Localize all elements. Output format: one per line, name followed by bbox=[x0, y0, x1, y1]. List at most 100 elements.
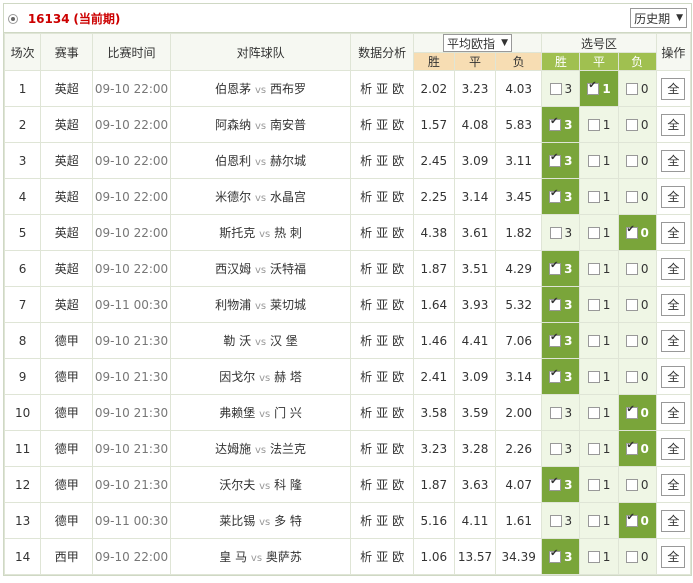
checkbox[interactable] bbox=[549, 296, 562, 311]
asia-link[interactable]: 亚 bbox=[376, 226, 388, 240]
analysis-link[interactable]: 析 bbox=[360, 370, 372, 384]
europe-link[interactable]: 欧 bbox=[392, 298, 404, 312]
select-all-button[interactable]: 全 bbox=[661, 293, 686, 316]
europe-link[interactable]: 欧 bbox=[392, 226, 404, 240]
select-all-button[interactable]: 全 bbox=[661, 149, 686, 172]
asia-link[interactable]: 亚 bbox=[376, 82, 388, 96]
select-all-button[interactable]: 全 bbox=[661, 437, 686, 460]
europe-link[interactable]: 欧 bbox=[392, 262, 404, 276]
select-all-button[interactable]: 全 bbox=[661, 221, 686, 244]
pick-w[interactable]: 3 bbox=[541, 466, 581, 503]
checkbox[interactable] bbox=[549, 83, 562, 95]
europe-link[interactable]: 欧 bbox=[392, 154, 404, 168]
checkbox[interactable] bbox=[625, 299, 638, 311]
pick-l[interactable]: 0 bbox=[617, 322, 657, 359]
asia-link[interactable]: 亚 bbox=[376, 550, 388, 564]
select-all-button[interactable]: 全 bbox=[661, 113, 686, 136]
checkbox[interactable] bbox=[587, 263, 600, 275]
analysis-link[interactable]: 析 bbox=[360, 478, 372, 492]
select-all-button[interactable]: 全 bbox=[661, 401, 686, 424]
checkbox[interactable] bbox=[549, 188, 562, 203]
analysis-link[interactable]: 析 bbox=[360, 298, 372, 312]
europe-link[interactable]: 欧 bbox=[392, 334, 404, 348]
analysis-link[interactable]: 析 bbox=[360, 442, 372, 456]
checkbox[interactable] bbox=[587, 119, 600, 131]
asia-link[interactable]: 亚 bbox=[376, 190, 388, 204]
pick-w[interactable]: 3 bbox=[541, 322, 581, 359]
checkbox[interactable] bbox=[587, 443, 600, 455]
checkbox[interactable] bbox=[587, 191, 600, 203]
asia-link[interactable]: 亚 bbox=[376, 478, 388, 492]
europe-link[interactable]: 欧 bbox=[392, 550, 404, 564]
pick-w[interactable]: 3 bbox=[541, 358, 581, 395]
pick-d[interactable]: 1 bbox=[579, 466, 619, 503]
checkbox[interactable] bbox=[549, 515, 562, 527]
analysis-link[interactable]: 析 bbox=[360, 514, 372, 528]
checkbox[interactable] bbox=[625, 155, 638, 167]
pick-l[interactable]: 0 bbox=[617, 466, 657, 503]
pick-l[interactable]: 0 bbox=[617, 142, 657, 179]
pick-d[interactable]: 1 bbox=[579, 322, 619, 359]
pick-d[interactable]: 1 bbox=[579, 106, 619, 143]
asia-link[interactable]: 亚 bbox=[376, 118, 388, 132]
analysis-link[interactable]: 析 bbox=[360, 262, 372, 276]
select-all-button[interactable]: 全 bbox=[661, 257, 686, 280]
select-all-button[interactable]: 全 bbox=[661, 509, 686, 532]
pick-l[interactable]: 0 bbox=[617, 286, 657, 323]
select-all-button[interactable]: 全 bbox=[661, 329, 686, 352]
checkbox[interactable] bbox=[625, 191, 638, 203]
pick-l[interactable]: 0 bbox=[617, 106, 657, 143]
pick-l[interactable]: 0 bbox=[617, 250, 657, 287]
pick-d[interactable]: 1 bbox=[579, 178, 619, 215]
checkbox[interactable] bbox=[587, 299, 600, 311]
checkbox[interactable] bbox=[587, 227, 600, 239]
checkbox[interactable] bbox=[587, 551, 600, 563]
asia-link[interactable]: 亚 bbox=[376, 406, 388, 420]
checkbox[interactable] bbox=[625, 479, 638, 491]
pick-d[interactable]: 1 bbox=[579, 142, 619, 179]
analysis-link[interactable]: 析 bbox=[360, 118, 372, 132]
checkbox[interactable] bbox=[625, 224, 638, 239]
checkbox[interactable] bbox=[549, 443, 562, 455]
pick-w[interactable]: 3 bbox=[541, 70, 581, 107]
select-all-button[interactable]: 全 bbox=[661, 77, 686, 100]
europe-link[interactable]: 欧 bbox=[392, 370, 404, 384]
pick-d[interactable]: 1 bbox=[579, 502, 619, 539]
pick-d[interactable]: 1 bbox=[579, 286, 619, 323]
pick-w[interactable]: 3 bbox=[541, 106, 581, 143]
asia-link[interactable]: 亚 bbox=[376, 298, 388, 312]
pick-d[interactable]: 1 bbox=[579, 430, 619, 467]
checkbox[interactable] bbox=[549, 476, 562, 491]
checkbox[interactable] bbox=[549, 260, 562, 275]
checkbox[interactable] bbox=[625, 371, 638, 383]
pick-l[interactable]: 0 bbox=[617, 430, 657, 467]
odds-select[interactable]: 平均欧指 ▼ bbox=[412, 33, 543, 53]
pick-l[interactable]: 0 bbox=[617, 358, 657, 395]
radio-icon[interactable] bbox=[8, 13, 18, 24]
checkbox[interactable] bbox=[587, 407, 600, 419]
checkbox[interactable] bbox=[625, 119, 638, 131]
pick-w[interactable]: 3 bbox=[541, 430, 581, 467]
checkbox[interactable] bbox=[625, 512, 638, 527]
asia-link[interactable]: 亚 bbox=[376, 370, 388, 384]
select-all-button[interactable]: 全 bbox=[661, 365, 686, 388]
checkbox[interactable] bbox=[625, 263, 638, 275]
analysis-link[interactable]: 析 bbox=[360, 82, 372, 96]
checkbox[interactable] bbox=[587, 80, 600, 95]
checkbox[interactable] bbox=[587, 371, 600, 383]
analysis-link[interactable]: 析 bbox=[360, 334, 372, 348]
checkbox[interactable] bbox=[625, 83, 638, 95]
checkbox[interactable] bbox=[625, 404, 638, 419]
europe-link[interactable]: 欧 bbox=[392, 118, 404, 132]
select-all-button[interactable]: 全 bbox=[661, 473, 686, 496]
pick-d[interactable]: 1 bbox=[579, 250, 619, 287]
checkbox[interactable] bbox=[587, 155, 600, 167]
checkbox[interactable] bbox=[549, 407, 562, 419]
pick-w[interactable]: 3 bbox=[541, 142, 581, 179]
asia-link[interactable]: 亚 bbox=[376, 514, 388, 528]
analysis-link[interactable]: 析 bbox=[360, 550, 372, 564]
checkbox[interactable] bbox=[549, 332, 562, 347]
checkbox[interactable] bbox=[625, 335, 638, 347]
analysis-link[interactable]: 析 bbox=[360, 406, 372, 420]
analysis-link[interactable]: 析 bbox=[360, 154, 372, 168]
